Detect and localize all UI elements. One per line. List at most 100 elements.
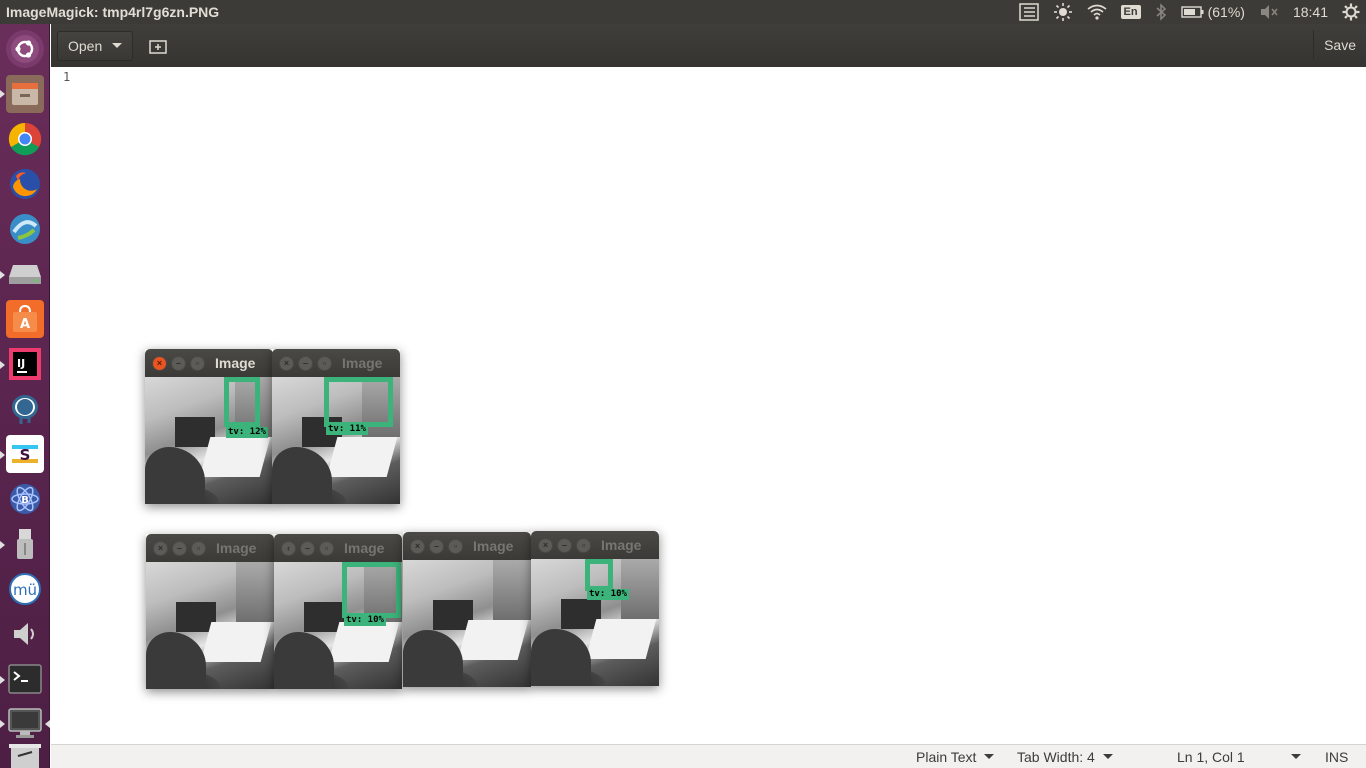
files-icon[interactable] — [6, 75, 44, 113]
tab-width-selector[interactable]: Tab Width: 4 — [1017, 745, 1113, 768]
open-button[interactable]: Open — [57, 30, 134, 61]
svg-text:A: A — [20, 317, 30, 332]
minimize-icon[interactable]: – — [557, 537, 572, 553]
detection-box — [342, 562, 401, 618]
brightness-icon[interactable] — [1053, 2, 1073, 22]
drive-icon[interactable] — [6, 255, 44, 293]
system-tray: En (61%) 18:41 — [1005, 0, 1366, 24]
running-indicator — [0, 361, 5, 369]
detection-box — [224, 377, 260, 427]
new-tab-icon — [149, 39, 167, 54]
open-label: Open — [68, 37, 103, 54]
usb-icon[interactable] — [6, 525, 44, 563]
image-window-title: Image — [342, 355, 383, 371]
firefox-icon[interactable] — [6, 165, 44, 203]
minimize-icon[interactable]: – — [429, 538, 444, 554]
ubuntu-dash-icon[interactable] — [6, 30, 44, 68]
slack-icon[interactable]: S — [6, 435, 44, 473]
image-window-titlebar[interactable]: ‹ – ▫ Image — [274, 534, 402, 562]
image-window[interactable]: × – ▫ Image tv: 12% — [145, 349, 273, 504]
maximize-icon[interactable]: ▫ — [317, 355, 332, 371]
language-selector[interactable]: Plain Text — [916, 745, 995, 768]
trash-icon[interactable] — [6, 742, 44, 768]
save-button[interactable]: Save — [1313, 30, 1366, 60]
svg-text:IJ: IJ — [17, 357, 25, 370]
image-window-title: Image — [473, 538, 514, 554]
minimize-icon[interactable]: – — [300, 540, 315, 556]
image-window-title: Image — [216, 540, 257, 556]
top-panel: ImageMagick: tmp4rl7g6zn.PNG En (61%) 18… — [0, 0, 1366, 24]
minimize-icon[interactable]: – — [171, 355, 186, 371]
camera-frame-image — [146, 562, 274, 689]
chevron-down-icon — [1102, 754, 1113, 759]
battery-percent: (61%) — [1207, 4, 1245, 20]
wifi-icon[interactable] — [1087, 4, 1107, 20]
volume-muted-icon[interactable] — [1259, 4, 1279, 20]
svg-text:S: S — [20, 446, 31, 464]
editor-header-bar: Open Save — [51, 24, 1366, 67]
power-gear-icon[interactable] — [1342, 3, 1360, 21]
minimize-icon[interactable]: – — [172, 540, 187, 556]
back-icon[interactable]: ‹ — [281, 540, 296, 556]
battery-icon — [1180, 6, 1204, 18]
image-window-titlebar[interactable]: × – ▫ Image — [146, 534, 274, 562]
musescore-icon[interactable]: mü — [6, 570, 44, 608]
image-window[interactable]: × – ▫ Image — [146, 534, 274, 689]
minimize-icon[interactable]: – — [298, 355, 313, 371]
intellij-icon[interactable]: IJ — [6, 345, 44, 383]
chrome-icon[interactable] — [6, 120, 44, 158]
maximize-icon[interactable]: ▫ — [576, 537, 591, 553]
bluetooth-icon[interactable] — [1155, 3, 1167, 21]
new-document-button[interactable] — [143, 31, 173, 61]
list-icon[interactable] — [1018, 3, 1039, 21]
cursor-position-selector[interactable]: Ln 1, Col 1 — [1177, 745, 1301, 768]
chevron-down-icon — [112, 43, 123, 48]
network-app-icon[interactable] — [6, 210, 44, 248]
image-window-titlebar[interactable]: × – ▫ Image — [145, 349, 273, 377]
image-window-titlebar[interactable]: × – ▫ Image — [272, 349, 400, 377]
detection-box — [324, 377, 393, 427]
svg-text:mü: mü — [13, 581, 37, 599]
maximize-icon[interactable]: ▫ — [191, 540, 206, 556]
image-window[interactable]: × – ▫ Image — [403, 532, 531, 687]
clock[interactable]: 18:41 — [1293, 4, 1328, 20]
image-window-title: Image — [344, 540, 385, 556]
svg-text:B: B — [21, 495, 29, 506]
camera-frame-image: tv: 10% — [274, 562, 402, 689]
running-indicator — [0, 90, 5, 98]
close-icon[interactable]: × — [538, 537, 553, 553]
close-icon[interactable]: × — [153, 540, 168, 556]
image-window[interactable]: ‹ – ▫ Image tv: 10% — [274, 534, 402, 689]
atom-icon[interactable]: B — [6, 480, 44, 518]
speaker-icon[interactable] — [6, 615, 44, 653]
image-window[interactable]: × – ▫ Image tv: 10% — [531, 531, 659, 686]
maximize-icon[interactable]: ▫ — [448, 538, 463, 554]
maximize-icon[interactable]: ▫ — [319, 540, 334, 556]
close-icon[interactable]: × — [410, 538, 425, 554]
postgres-icon[interactable] — [6, 390, 44, 428]
maximize-icon[interactable]: ▫ — [190, 355, 205, 371]
line-number: 1 — [63, 70, 71, 84]
detection-label: tv: 10% — [344, 615, 386, 626]
battery-indicator[interactable]: (61%) — [1180, 4, 1245, 20]
detection-label: tv: 12% — [226, 427, 268, 438]
insert-mode-indicator[interactable]: INS — [1325, 745, 1348, 768]
keyboard-layout-icon[interactable]: En — [1120, 5, 1141, 19]
image-window[interactable]: × – ▫ Image tv: 11% — [272, 349, 400, 504]
launcher: A IJ S B mü — [0, 24, 50, 768]
running-indicator — [0, 676, 5, 684]
detection-label: tv: 11% — [326, 424, 368, 435]
image-window-titlebar[interactable]: × – ▫ Image — [531, 531, 659, 559]
running-indicator — [0, 720, 5, 728]
focused-indicator — [45, 720, 50, 728]
close-icon[interactable]: × — [279, 355, 294, 371]
image-window-titlebar[interactable]: × – ▫ Image — [403, 532, 531, 560]
close-icon[interactable]: × — [152, 355, 167, 371]
software-center-icon[interactable]: A — [6, 300, 44, 338]
image-window-title: Image — [215, 355, 256, 371]
detection-box — [585, 559, 613, 591]
display-icon[interactable] — [6, 705, 44, 743]
running-indicator — [0, 271, 5, 279]
camera-frame-image: tv: 10% — [531, 559, 659, 686]
terminal-icon[interactable] — [6, 660, 44, 698]
